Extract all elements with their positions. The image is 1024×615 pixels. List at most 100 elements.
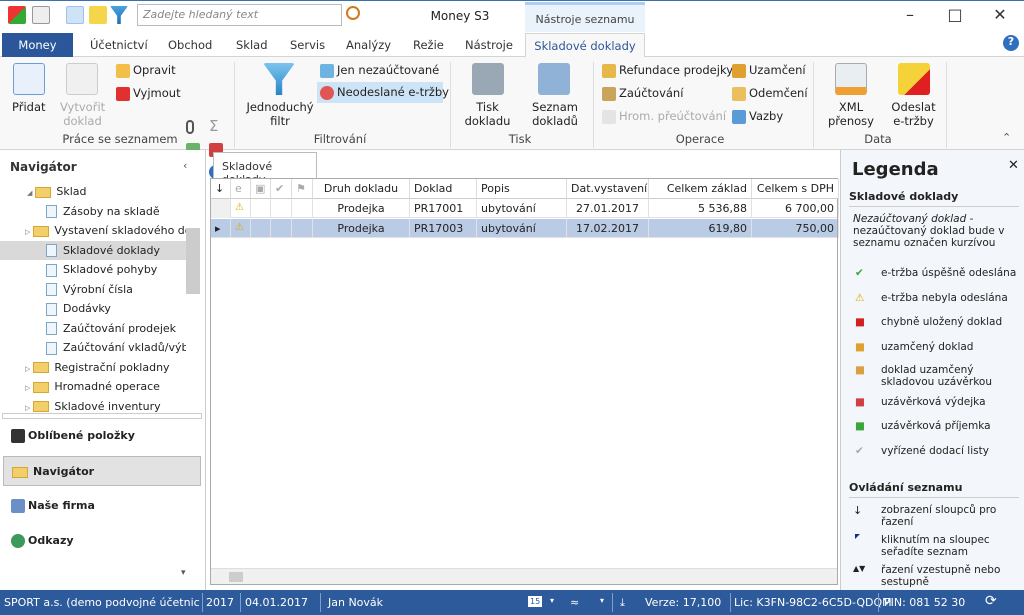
simple-filter-icon xyxy=(263,63,295,95)
neodeslane-etrzby-button[interactable]: Neodeslané e-tržby xyxy=(337,85,449,99)
row-indicator[interactable] xyxy=(211,199,231,218)
sort-corner-icon xyxy=(855,534,860,539)
ribbon: Přidat Vytvořit doklad Opravit Vyjmout Σ… xyxy=(0,57,1024,179)
tree-item[interactable]: ▷ Registrační pokladny xyxy=(0,358,186,377)
odemceni-button[interactable]: Odemčení xyxy=(749,86,808,100)
tab-nastroje[interactable]: Nástroje xyxy=(465,33,513,57)
filter-icon[interactable] xyxy=(110,6,128,24)
more-chevron-icon[interactable]: ▾ xyxy=(181,568,186,578)
tree-item[interactable]: Skladové doklady xyxy=(0,240,186,260)
hrom-preuctovani-button[interactable]: Hrom. přeúčtování xyxy=(619,109,726,123)
flag-column-icon[interactable]: ⚑ xyxy=(292,179,313,199)
legend-note: Nezaúčtovaný doklad - nezaúčtovaný dokla… xyxy=(853,213,1005,249)
app-logo-icon[interactable] xyxy=(8,6,26,24)
uzamceni-button[interactable]: Uzamčení xyxy=(749,63,806,77)
row-indicator[interactable]: ▸ xyxy=(211,218,231,238)
col-doklad[interactable]: Doklad xyxy=(410,179,477,199)
close-button[interactable]: ✕ xyxy=(985,5,1015,27)
list-tab[interactable]: Skladové doklady xyxy=(213,152,317,186)
tree-item[interactable]: ▷ Skladové inventury xyxy=(0,397,186,412)
lightbulb-icon[interactable] xyxy=(66,6,84,24)
dropdown-icon[interactable]: ▾ xyxy=(600,596,604,605)
col-druh[interactable]: Druh dokladu xyxy=(313,179,410,199)
refundace-button[interactable]: Refundace prodejky xyxy=(619,63,733,77)
dropdown-icon[interactable]: ▾ xyxy=(550,596,554,605)
help-icon[interactable]: ? xyxy=(1003,35,1019,51)
close-legend-icon[interactable]: ✕ xyxy=(1008,158,1019,173)
tree-item[interactable]: ▷Vystavení skladového dokladu xyxy=(0,221,186,240)
nav-odkazy[interactable]: Odkazy xyxy=(3,526,201,556)
tree-item[interactable]: Zaúčtování prodejek xyxy=(0,319,186,338)
collapse-navigator-icon[interactable]: ‹ xyxy=(183,159,187,172)
pridat-button[interactable]: Přidat xyxy=(12,100,46,114)
table-row[interactable]: ▸ ⚠ Prodejka PR17003 ubytování 17.02.2017 619,… xyxy=(211,218,839,238)
odeslat-etrzby-button[interactable]: Odeslat e-tržby xyxy=(886,100,941,128)
navigator-panel: Navigátor ‹ ◢ Sklad Zásoby na skladě ▷ Vysta… xyxy=(0,150,206,590)
tree-item[interactable]: Výrobní čísla xyxy=(0,280,186,299)
seznam-dokladu-button[interactable]: Seznam dokladů xyxy=(526,100,584,128)
tree-item[interactable]: ◢ Sklad xyxy=(0,182,186,201)
maximize-button[interactable]: □ xyxy=(940,5,970,27)
col-popis[interactable]: Popis xyxy=(477,179,567,199)
status-cell xyxy=(271,199,292,218)
etrzby-column-icon[interactable]: e xyxy=(231,179,251,199)
search-input[interactable]: Zadejte hledaný text xyxy=(137,4,342,26)
tisk-dokladu-button[interactable]: Tisk dokladu xyxy=(460,100,515,128)
menu-icon[interactable] xyxy=(32,6,50,24)
scroll-thumb[interactable] xyxy=(229,572,243,582)
zauctovani-button[interactable]: Zaúčtování xyxy=(619,86,683,100)
tab-skladove-doklady[interactable]: Skladové doklady xyxy=(525,33,645,58)
nav-nase-firma[interactable]: Naše firma xyxy=(3,491,201,521)
tab-sklad[interactable]: Sklad xyxy=(236,33,268,57)
collapse-ribbon-icon[interactable]: ⌃ xyxy=(1002,131,1011,144)
rss-icon[interactable]: ≈ xyxy=(570,596,579,609)
expand-arrow-icon[interactable]: ▷ xyxy=(25,384,30,392)
minimize-button[interactable]: – xyxy=(895,5,925,27)
sort-columns-icon[interactable]: ↓ xyxy=(211,179,231,199)
table-row[interactable]: ⚠ Prodejka PR17001 ubytování 27.01.2017 5 536… xyxy=(211,199,839,218)
tree-hscrollbar[interactable] xyxy=(2,413,202,419)
jen-nezauctovane-button[interactable]: Jen nezaúčtované xyxy=(337,63,439,77)
expand-arrow-icon[interactable]: ◢ xyxy=(27,189,32,197)
check-column-icon[interactable]: ✔ xyxy=(271,179,292,199)
download-icon[interactable]: ⤓ xyxy=(620,596,625,610)
tab-servis[interactable]: Servis xyxy=(290,33,325,57)
col-zaklad[interactable]: Celkem základ xyxy=(649,179,752,199)
col-dph[interactable]: Celkem s DPH xyxy=(752,179,839,199)
col-datum[interactable]: Dat.vystavení xyxy=(567,179,649,199)
notes-icon[interactable] xyxy=(89,6,107,24)
tab-obchod[interactable]: Obchod xyxy=(168,33,212,57)
tree-scrollbar[interactable] xyxy=(186,228,200,294)
tab-analyzy[interactable]: Analýzy xyxy=(346,33,391,57)
grid-hscrollbar[interactable] xyxy=(211,568,837,584)
nav-oblibene[interactable]: Oblíbené položky xyxy=(3,421,201,451)
tree-item[interactable]: Zásoby na skladě xyxy=(0,202,186,221)
tab-money[interactable]: Money xyxy=(2,33,73,57)
jednoduchy-filtr-button[interactable]: Jednoduchý filtr xyxy=(245,100,315,128)
tree-item[interactable]: Skladové pohyby xyxy=(0,260,186,279)
search-icon[interactable] xyxy=(346,6,360,20)
opravit-button[interactable]: Opravit xyxy=(133,63,176,77)
tab-rezie[interactable]: Režie xyxy=(413,33,444,57)
expand-arrow-icon[interactable]: ▷ xyxy=(25,228,30,236)
tree-item[interactable]: Zaúčtování vkladů/výběrů xyxy=(0,338,186,357)
vyjmout-button[interactable]: Vyjmout xyxy=(133,86,181,100)
status-date: 04.01.2017 xyxy=(245,596,308,609)
group-label-filtr: Filtrování xyxy=(313,132,367,146)
calendar-icon[interactable]: 15 xyxy=(528,596,543,607)
lock-column-icon[interactable]: ▣ xyxy=(251,179,271,199)
document-icon xyxy=(46,283,57,296)
vazby-button[interactable]: Vazby xyxy=(749,109,783,123)
sum-icon[interactable]: Σ xyxy=(209,117,218,135)
attachment-icon[interactable] xyxy=(186,120,194,134)
tree-item[interactable]: ▷ Hromadné operace xyxy=(0,377,186,396)
xml-prenosy-button[interactable]: XML přenosy xyxy=(822,100,880,128)
lock-icon xyxy=(732,63,746,78)
refresh-icon[interactable]: ⟳ xyxy=(985,593,997,609)
vytvorit-doklad-button[interactable]: Vytvořit doklad xyxy=(60,100,105,128)
expand-arrow-icon[interactable]: ▷ xyxy=(25,404,30,412)
nav-navigator[interactable]: Navigátor xyxy=(3,456,201,486)
expand-arrow-icon[interactable]: ▷ xyxy=(25,365,30,373)
tab-ucetnictvi[interactable]: Účetnictví xyxy=(90,33,148,57)
tree-item[interactable]: Dodávky xyxy=(0,299,186,318)
